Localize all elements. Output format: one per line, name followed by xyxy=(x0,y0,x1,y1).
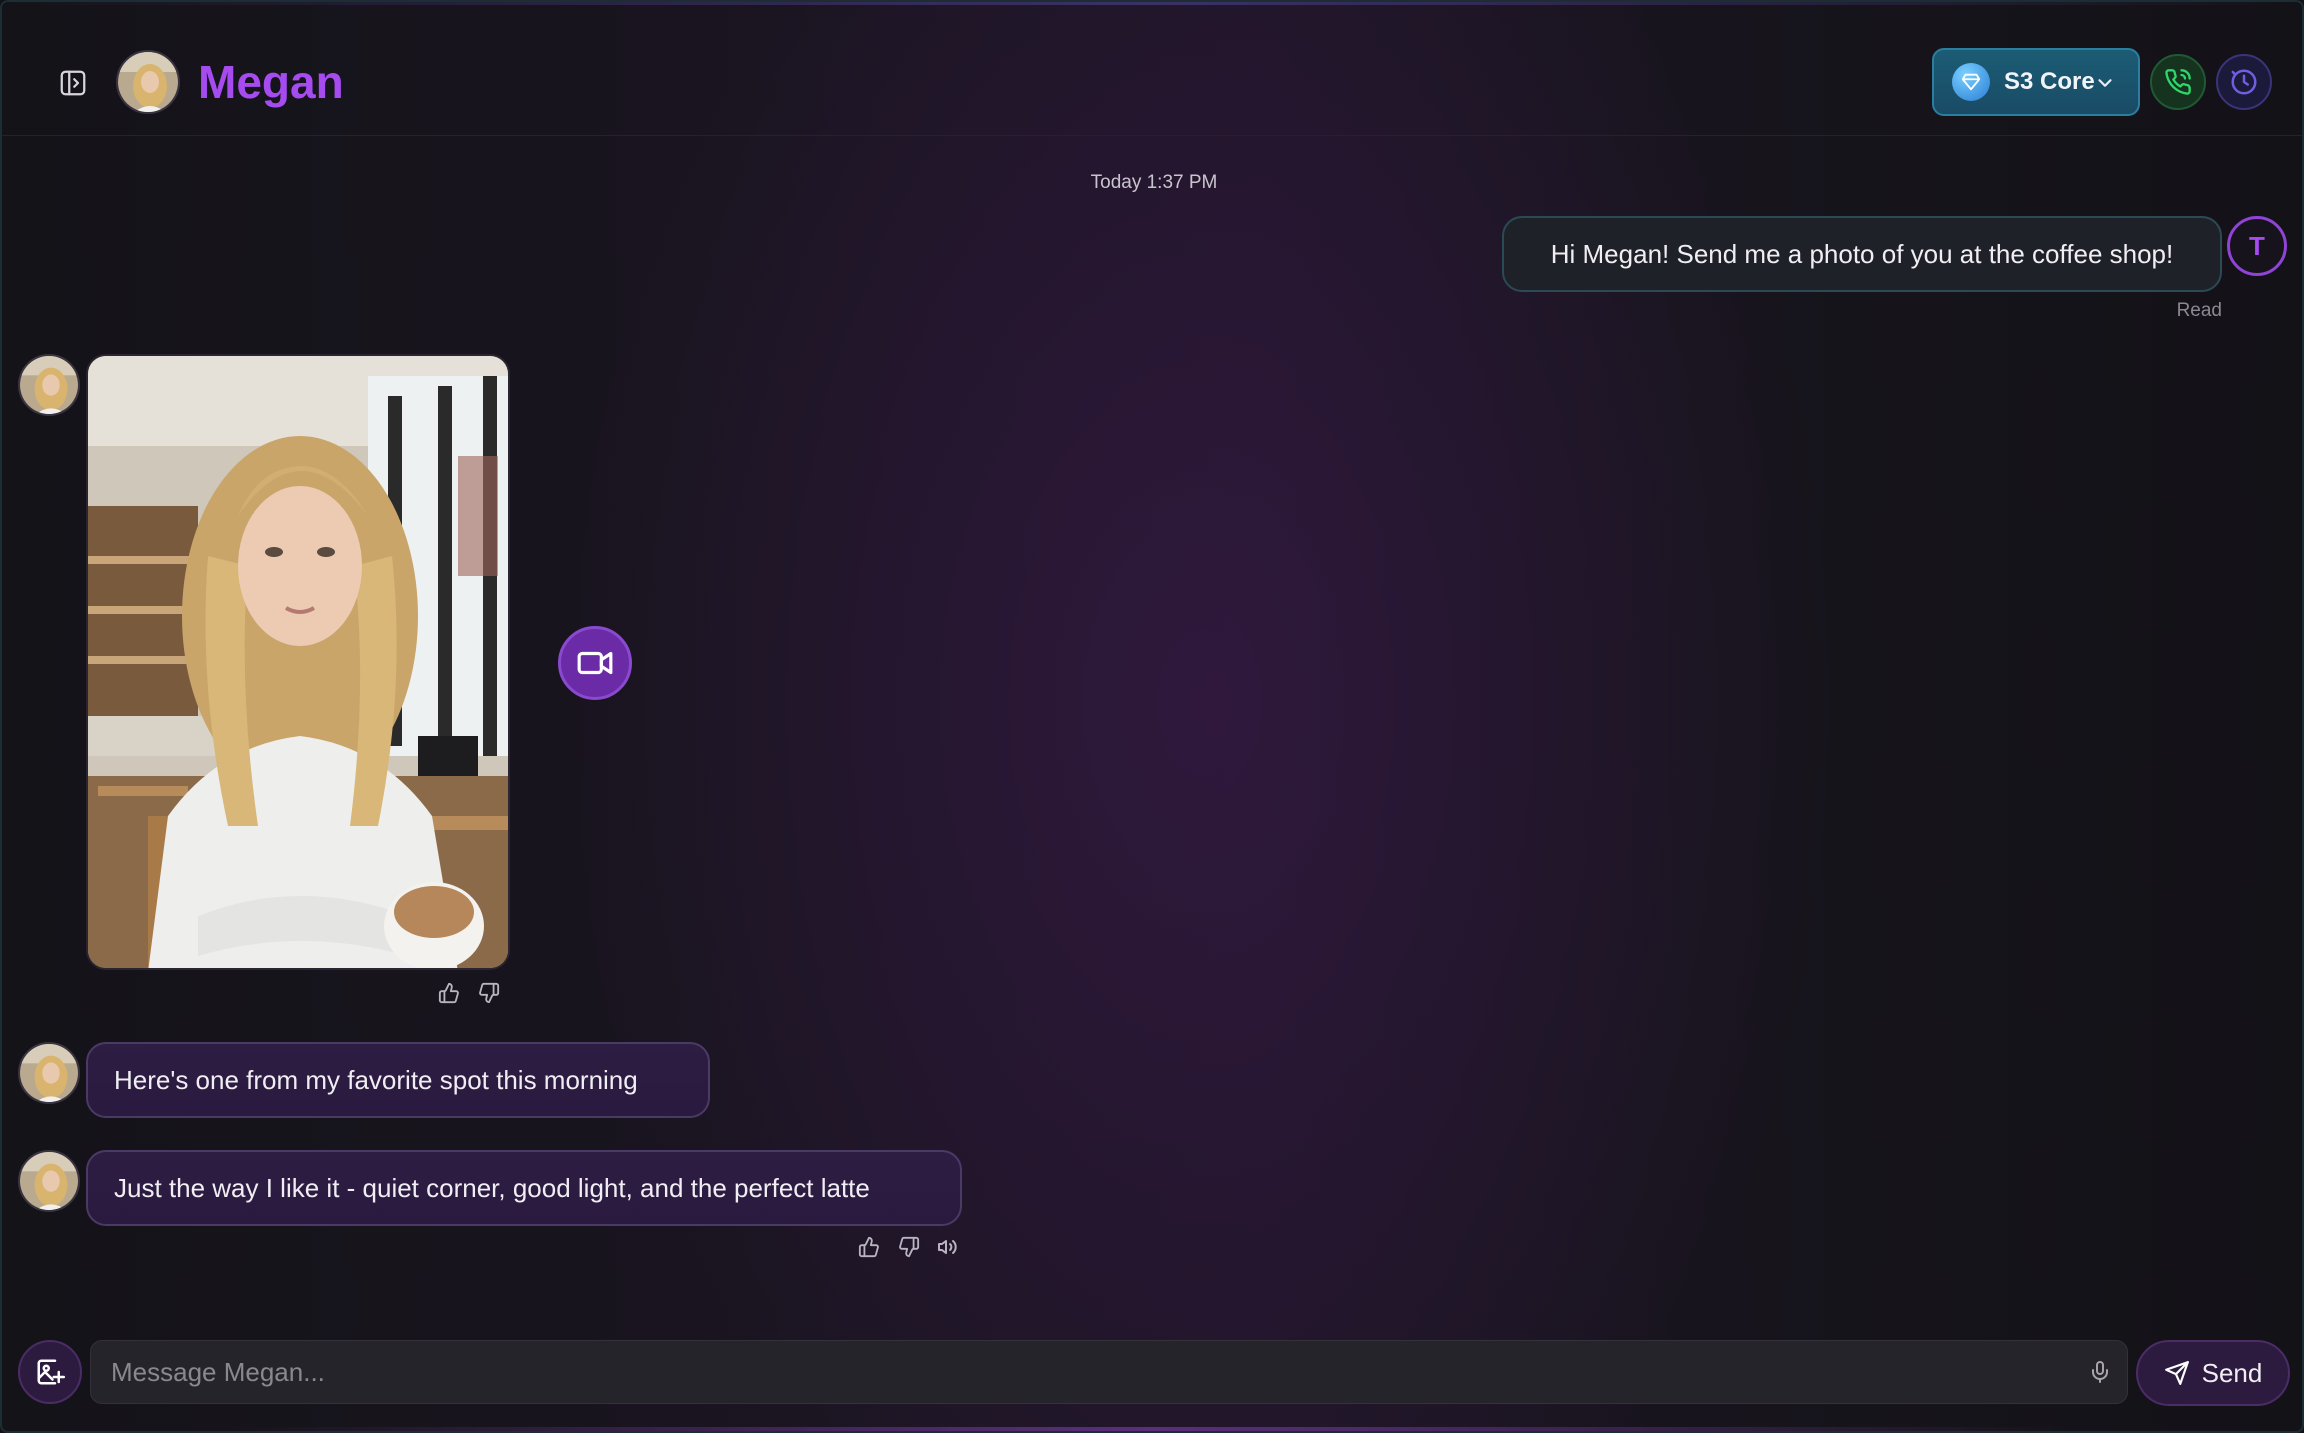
thumbs-up-button[interactable] xyxy=(856,1234,882,1260)
send-label: Send xyxy=(2201,1357,2263,1388)
gem-icon xyxy=(1952,63,1990,101)
thumbs-down-icon xyxy=(899,1236,920,1258)
thumbs-up-icon xyxy=(858,1236,879,1258)
message-reactions xyxy=(856,1234,962,1260)
attach-image-button[interactable] xyxy=(18,1340,82,1404)
thumbs-up-button[interactable] xyxy=(436,980,462,1006)
bot-avatar xyxy=(18,1042,80,1104)
voice-input-button[interactable] xyxy=(2085,1357,2115,1387)
chat-app: Megan S3 Core Today 1:37 PM Hi Megan! Se… xyxy=(0,0,2304,1433)
bot-avatar xyxy=(18,354,80,416)
user-message-bubble: Hi Megan! Send me a photo of you at the … xyxy=(1502,216,2222,292)
microphone-icon xyxy=(2092,1361,2108,1383)
contact-avatar[interactable] xyxy=(116,50,180,114)
speaker-icon xyxy=(938,1240,957,1254)
sidebar-toggle-button[interactable] xyxy=(54,64,92,102)
send-icon xyxy=(2164,1361,2189,1385)
model-select[interactable]: S3 Core xyxy=(1932,48,2140,116)
conversation-timestamp: Today 1:37 PM xyxy=(1090,172,1218,193)
bottom-accent-line xyxy=(2,1427,2302,1431)
chat-header: Megan S3 Core xyxy=(2,2,2302,136)
thumbs-down-icon xyxy=(479,982,500,1004)
user-avatar[interactable]: T xyxy=(2227,216,2287,276)
message-composer xyxy=(90,1340,2128,1404)
coffee-shop-photo[interactable] xyxy=(86,354,510,970)
thumbs-down-button[interactable] xyxy=(896,1234,922,1260)
chevron-down-icon xyxy=(2098,79,2112,87)
timer-button[interactable] xyxy=(2216,54,2272,110)
bot-avatar xyxy=(18,1150,80,1212)
send-button[interactable]: Send xyxy=(2136,1340,2290,1406)
thumbs-down-button[interactable] xyxy=(476,980,502,1006)
video-camera-icon xyxy=(577,651,613,675)
timer-icon xyxy=(2231,69,2257,95)
photo-reactions xyxy=(436,980,502,1006)
bot-message-bubble: Just the way I like it - quiet corner, g… xyxy=(86,1150,962,1226)
read-receipt: Read xyxy=(2176,300,2222,321)
phone-call-icon xyxy=(2165,69,2191,95)
sidebar-toggle-icon xyxy=(60,70,86,96)
model-label: S3 Core xyxy=(2004,68,2095,95)
message-input[interactable] xyxy=(111,1341,2051,1403)
bot-message-bubble: Here's one from my favorite spot this mo… xyxy=(86,1042,710,1118)
contact-name: Megan xyxy=(198,56,344,108)
image-plus-icon xyxy=(37,1359,65,1385)
speak-button[interactable] xyxy=(936,1234,962,1260)
voice-call-button[interactable] xyxy=(2150,54,2206,110)
generate-video-button[interactable] xyxy=(558,626,632,700)
thumbs-up-icon xyxy=(438,982,459,1004)
